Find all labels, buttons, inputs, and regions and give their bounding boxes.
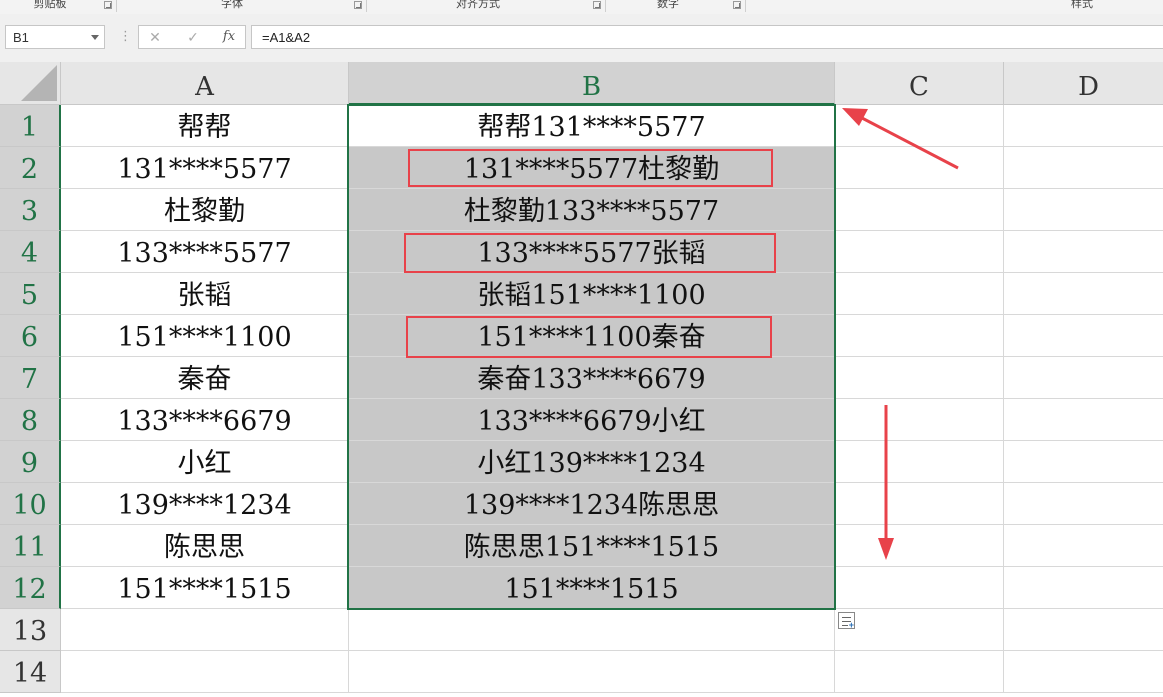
- arrow-to-b1: [842, 108, 959, 170]
- arrow-down-column: [878, 405, 894, 560]
- annotation-arrows: [842, 108, 959, 560]
- arrow-head: [878, 538, 894, 560]
- arrow-shaft: [861, 116, 959, 170]
- arrow-head: [842, 108, 868, 126]
